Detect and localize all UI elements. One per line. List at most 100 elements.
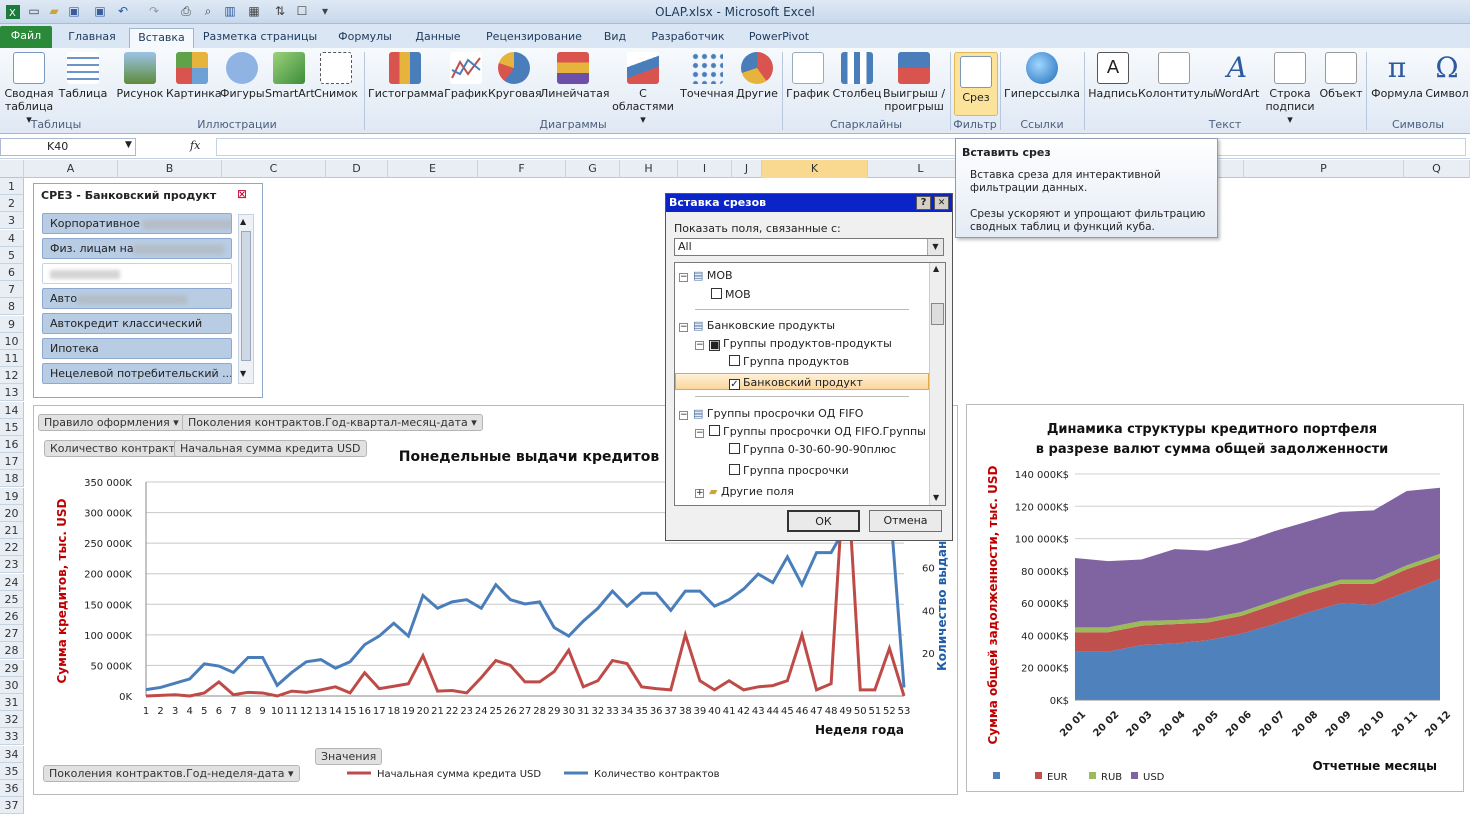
row-header[interactable]: 21 (0, 522, 24, 539)
row-header[interactable]: 2 (0, 195, 24, 213)
scroll-up-icon[interactable]: ▲ (240, 217, 246, 226)
tab-data[interactable]: Данные (405, 28, 471, 48)
tab-view[interactable]: Вид (595, 28, 635, 48)
tree-node[interactable]: + ▰ Другие поля (695, 485, 794, 498)
checkbox[interactable] (729, 464, 740, 475)
insert-slicers-dialog[interactable]: Вставка срезов ? ✕ Показать поля, связан… (665, 193, 953, 541)
slicer-item[interactable]: Нецелевой потребительский ... (42, 363, 232, 384)
shapes-button[interactable]: Фигуры (220, 52, 265, 100)
checkbox[interactable] (729, 443, 740, 454)
chevron-down-icon[interactable]: ▼ (125, 140, 132, 150)
source-select[interactable]: All ▼ (674, 238, 944, 256)
tree-node[interactable]: − ■ Группы продуктов-продукты (695, 337, 892, 351)
table-button[interactable]: Таблица (58, 52, 108, 100)
tree-leaf[interactable]: MOB (711, 288, 751, 301)
fx-button[interactable]: fx (190, 139, 200, 152)
row-header[interactable]: 1 (0, 178, 24, 195)
textbox-button[interactable]: A Надпись (1088, 52, 1138, 100)
sparkline-column-button[interactable]: Столбец (832, 52, 882, 100)
row-header[interactable]: 20 (0, 504, 24, 522)
column-header[interactable]: K (762, 160, 868, 178)
checkbox[interactable] (729, 355, 740, 366)
row-header[interactable]: 12 (0, 367, 24, 385)
column-header[interactable]: J (732, 160, 762, 178)
histogram-button[interactable]: Гистограмма (368, 52, 444, 100)
equation-button[interactable]: π Формула (1370, 52, 1424, 101)
other-charts-button[interactable]: Другие (736, 52, 778, 100)
row-header[interactable]: 36 (0, 780, 24, 797)
slicer-item[interactable]: Авто (42, 288, 232, 309)
tree-leaf[interactable]: ✓ Банковский продукт (729, 376, 863, 390)
clipart-button[interactable]: Картинка (166, 52, 222, 100)
collapse-icon[interactable]: − (679, 323, 688, 332)
row-header[interactable]: 5 (0, 246, 24, 264)
close-button[interactable]: ✕ (934, 196, 949, 210)
line-chart-button[interactable]: График (444, 52, 488, 100)
slicer-scrollbar[interactable]: ▲ ▼ (238, 214, 254, 384)
expand-icon[interactable]: + (695, 489, 704, 498)
select-all[interactable] (0, 160, 24, 178)
formula-input[interactable] (216, 138, 1466, 156)
row-header[interactable]: 3 (0, 212, 24, 230)
tree-node[interactable]: − ▤ Группы просрочки ОД FIFO (679, 407, 863, 420)
scroll-thumb[interactable] (241, 231, 251, 361)
tab-formulas[interactable]: Формулы (330, 28, 400, 48)
tree-leaf[interactable]: Группа просрочки (729, 464, 849, 477)
row-header[interactable]: 17 (0, 453, 24, 471)
column-header[interactable]: D (326, 160, 388, 178)
tab-powerpivot[interactable]: PowerPivot (742, 28, 816, 48)
hyperlink-button[interactable]: Гиперссылка (1004, 52, 1080, 100)
collapse-icon[interactable]: − (679, 273, 688, 282)
row-header[interactable]: 10 (0, 332, 24, 350)
slicer-item[interactable]: Физ. лицам на (42, 238, 232, 259)
signature-line-button[interactable]: Строка подписи ▾ (1262, 52, 1318, 126)
symbol-button[interactable]: Ω Символ (1424, 52, 1470, 101)
tab-insert[interactable]: Вставка (129, 28, 194, 48)
smartart-button[interactable]: SmartArt (265, 52, 315, 100)
fields-tree[interactable]: − ▤ MOB MOB − ▤ Банковские продукты − ■ Груп… (674, 262, 946, 506)
row-header[interactable]: 31 (0, 694, 24, 711)
column-header[interactable]: A (24, 160, 118, 178)
collapse-icon[interactable]: − (695, 429, 704, 438)
row-header[interactable]: 16 (0, 436, 24, 453)
header-footer-button[interactable]: Колонтитулы (1138, 52, 1216, 100)
collapse-icon[interactable]: − (679, 411, 688, 420)
row-header[interactable]: 28 (0, 642, 24, 660)
tree-scrollbar[interactable]: ▲ ▼ (929, 263, 945, 505)
column-header[interactable]: P (1244, 160, 1404, 178)
checkbox[interactable] (711, 288, 722, 299)
scroll-thumb[interactable] (931, 303, 944, 325)
row-header[interactable]: 26 (0, 608, 24, 625)
row-header[interactable]: 11 (0, 350, 24, 367)
column-header[interactable]: F (478, 160, 566, 178)
help-button[interactable]: ? (916, 196, 931, 210)
column-header[interactable]: E (388, 160, 478, 178)
column-header[interactable]: Q (1404, 160, 1470, 178)
tree-node[interactable]: − Группы просрочки ОД FIFO.Группы (695, 425, 926, 438)
picture-button[interactable]: Рисунок (116, 52, 164, 100)
screenshot-button[interactable]: Снимок (313, 52, 359, 100)
row-header[interactable]: 7 (0, 281, 24, 299)
pie-chart-button[interactable]: Круговая (488, 52, 542, 100)
row-header[interactable]: 24 (0, 573, 24, 591)
row-header[interactable]: 13 (0, 384, 24, 402)
row-header[interactable]: 15 (0, 418, 24, 436)
column-header[interactable]: C (222, 160, 326, 178)
pivot-table-button[interactable]: Сводная таблица ▾ (4, 52, 54, 126)
column-header[interactable]: G (566, 160, 620, 178)
row-header[interactable]: 33 (0, 728, 24, 746)
tab-page-layout[interactable]: Разметка страницы (200, 28, 320, 48)
tree-leaf[interactable]: Группа 0-30-60-90-90плюс (729, 443, 896, 456)
tab-developer[interactable]: Разработчик (645, 28, 731, 48)
tab-review[interactable]: Рецензирование (480, 28, 588, 48)
row-header[interactable]: 23 (0, 556, 24, 574)
name-box[interactable]: K40 (0, 138, 136, 156)
row-header[interactable]: 8 (0, 298, 24, 316)
scroll-down-icon[interactable]: ▼ (240, 369, 246, 378)
row-header[interactable]: 29 (0, 659, 24, 677)
row-header[interactable]: 6 (0, 264, 24, 281)
bar-horizontal-button[interactable]: Линейчатая (540, 52, 610, 100)
tab-file[interactable]: Файл (0, 26, 52, 48)
scroll-up-icon[interactable]: ▲ (933, 264, 939, 273)
slicer-panel[interactable]: СРЕЗ - Банковский продукт ⊠ Корпоративно… (33, 183, 263, 398)
